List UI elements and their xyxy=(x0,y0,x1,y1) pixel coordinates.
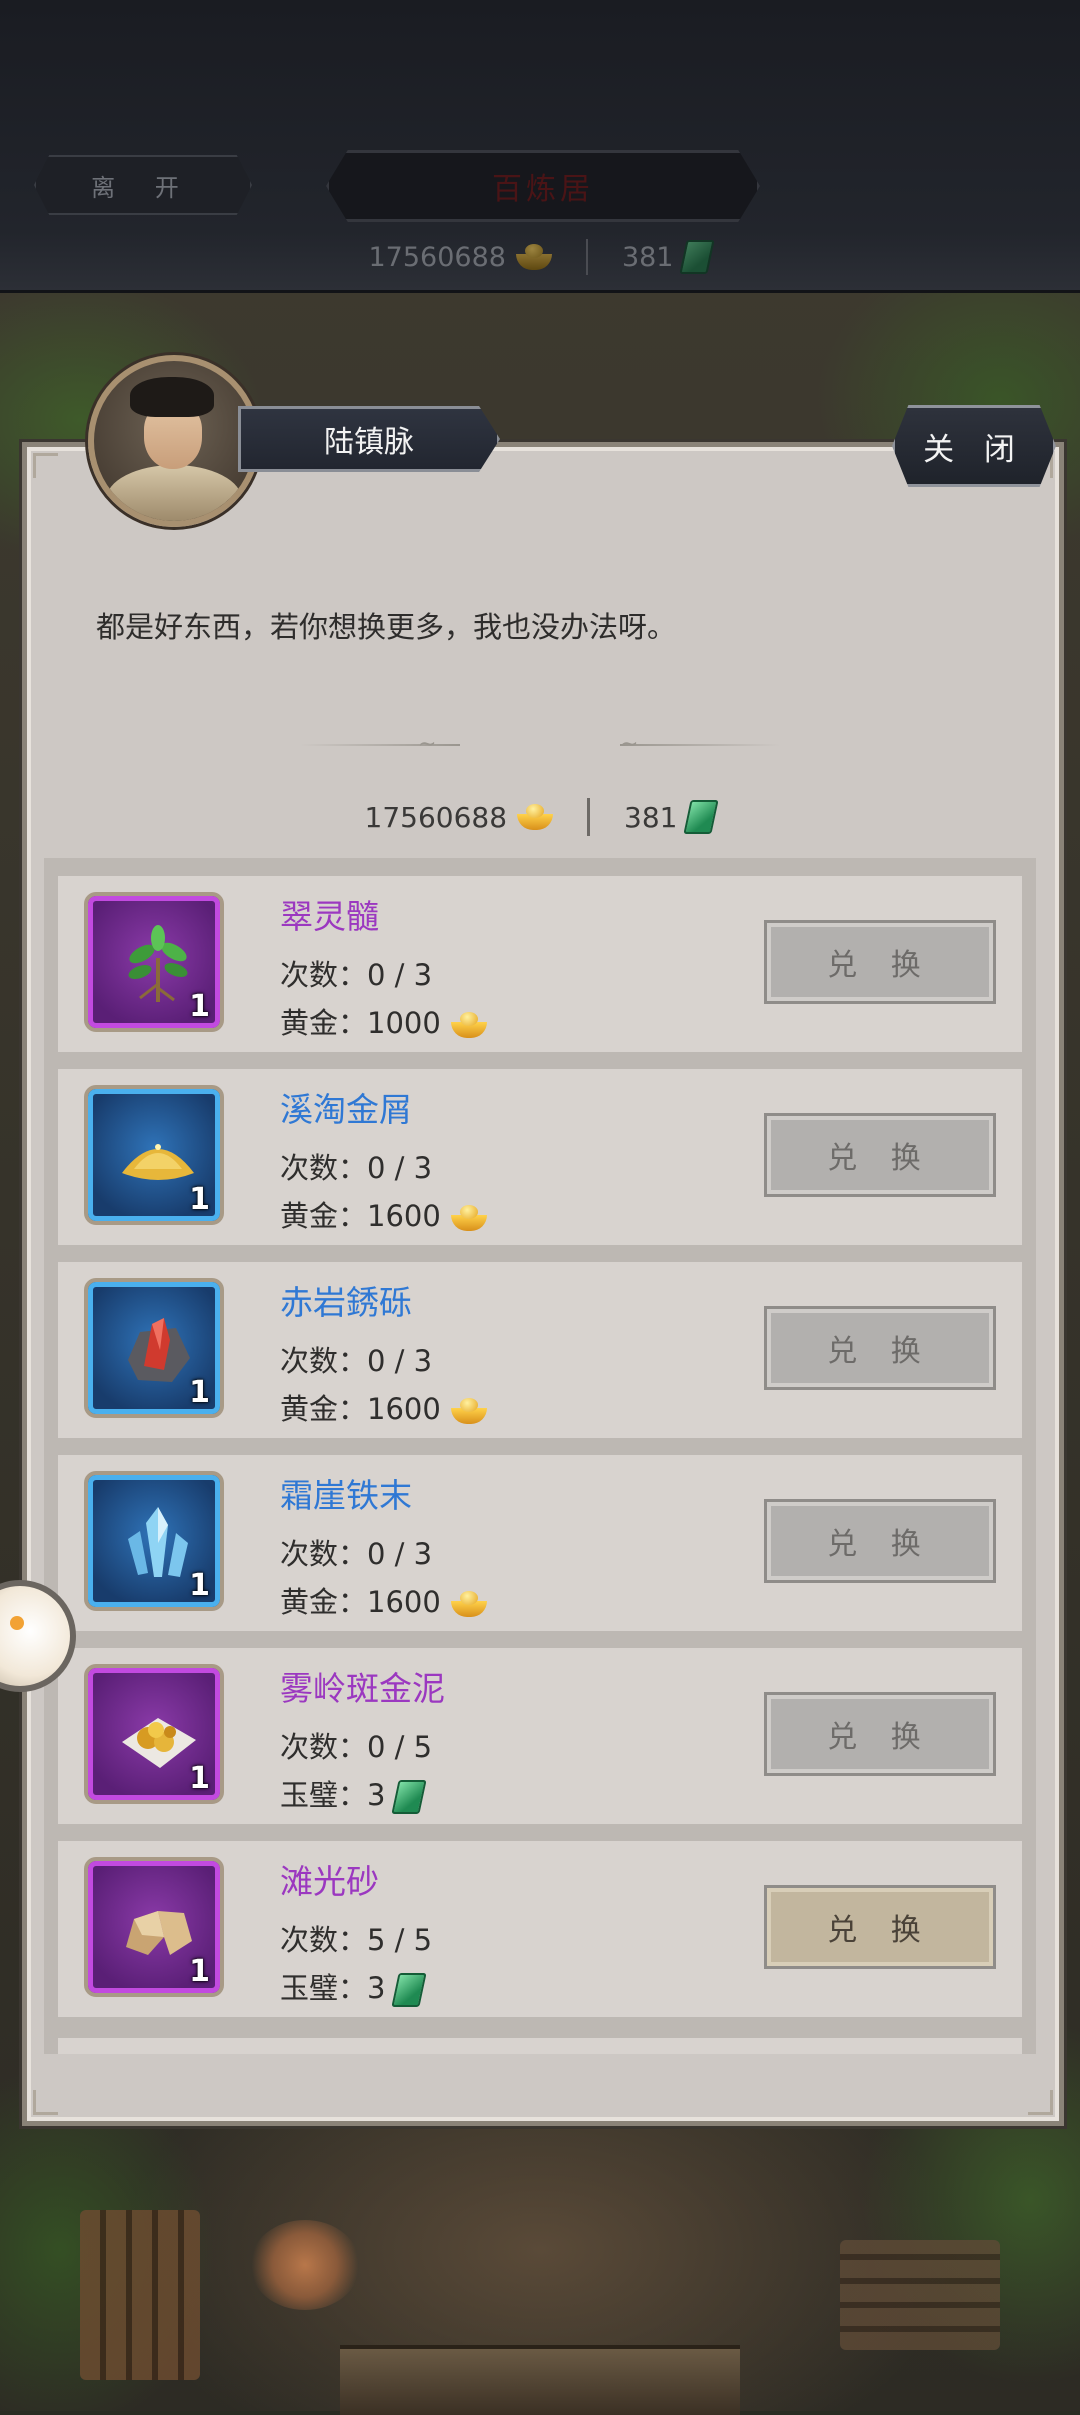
item-count: 1 xyxy=(189,1568,210,1603)
campfire xyxy=(250,2220,360,2310)
divider-right xyxy=(620,744,780,746)
list-item: 1 赤岩銹砾 次数：0 / 3 黄金：1600 兑 换 xyxy=(58,1262,1022,1438)
leave-button[interactable]: 离 开 xyxy=(34,155,252,215)
item-count: 1 xyxy=(189,1375,210,1410)
log-pile xyxy=(80,2210,200,2380)
exchange-times: 次数：0 / 5 xyxy=(280,1730,433,1764)
close-button[interactable]: 关 闭 xyxy=(892,405,1056,487)
item-count: 1 xyxy=(189,1761,210,1796)
redeem-button[interactable]: 兑 换 xyxy=(764,920,996,1004)
gold-nugget-icon xyxy=(122,1718,196,1768)
item-slot[interactable]: 1 xyxy=(84,1278,224,1418)
npc-name-plate: 陆镇脉 xyxy=(238,406,500,472)
wooden-gate xyxy=(340,2345,740,2415)
item-slot[interactable]: 1 xyxy=(84,1471,224,1611)
gold-ingot-icon xyxy=(450,1591,487,1617)
jade-icon xyxy=(391,1780,428,1814)
redeem-button[interactable]: 兑 换 xyxy=(764,1885,996,1969)
avatar-robe xyxy=(106,465,242,521)
item-count: 1 xyxy=(189,1954,210,1989)
gold-ingot-icon xyxy=(450,1398,487,1424)
gold-ingot-icon xyxy=(450,1012,487,1038)
redeem-button[interactable]: 兑 换 xyxy=(764,1692,996,1776)
list-item-partial xyxy=(58,2038,1022,2054)
item-name: 雾岭斑金泥 xyxy=(280,1669,445,1708)
gold-ingot-icon xyxy=(450,1205,487,1231)
panel-corner-ornament xyxy=(33,453,58,478)
item-slot[interactable]: 1 xyxy=(84,1857,224,1997)
header-jade-amount: 381 xyxy=(621,241,674,273)
item-slot[interactable]: 1 xyxy=(84,1664,224,1804)
list-item: 1 滩光砂 次数：5 / 5 玉璧：3 兑 换 xyxy=(58,1841,1022,2017)
jade-icon xyxy=(683,800,720,834)
item-name: 赤岩銹砾 xyxy=(280,1283,412,1322)
item-name: 翠灵髓 xyxy=(280,897,379,936)
npc-dialog-text: 都是好东西，若你想换更多，我也没办法呀。 xyxy=(96,610,677,644)
item-slot[interactable]: 1 xyxy=(84,892,224,1032)
list-item: 1 翠灵髓 次数：0 / 3 黄金：1000 兑 换 xyxy=(58,876,1022,1052)
item-price: 黄金：1000 xyxy=(280,1000,487,1042)
item-name: 霜崖铁末 xyxy=(280,1476,412,1515)
exchange-times: 次数：0 / 3 xyxy=(280,958,433,992)
exchange-times: 次数：0 / 3 xyxy=(280,1537,433,1571)
currency-separator xyxy=(585,239,588,275)
header-currency-bar: 17560688 381 xyxy=(0,232,1080,282)
item-price: 黄金：1600 xyxy=(280,1579,487,1621)
exchange-times: 次数：0 / 3 xyxy=(280,1151,433,1185)
wood-stack xyxy=(840,2240,1000,2350)
gold-dust-icon xyxy=(122,1144,194,1180)
divider-ornament-left: ~ xyxy=(418,732,437,757)
top-header: 离 开 百炼居 17560688 381 xyxy=(0,0,1080,293)
item-price: 玉璧：3 xyxy=(280,1772,428,1814)
item-price: 黄金：1600 xyxy=(280,1193,487,1235)
item-price: 玉璧：3 xyxy=(280,1965,428,2007)
exchange-times: 次数：5 / 5 xyxy=(280,1923,433,1957)
header-gold-amount: 17560688 xyxy=(368,241,506,273)
item-price: 黄金：1600 xyxy=(280,1386,487,1428)
list-item: 1 溪淘金屑 次数：0 / 3 黄金：1600 兑 换 xyxy=(58,1069,1022,1245)
list-item: 1 霜崖铁末 次数：0 / 3 黄金：1600 兑 换 xyxy=(58,1455,1022,1631)
red-crystal-rock-icon xyxy=(128,1318,190,1382)
panel-currency-bar: 17560688 381 xyxy=(0,790,1080,844)
currency-separator xyxy=(587,798,591,836)
jade-amount: 381 xyxy=(624,800,678,834)
panel-corner-ornament xyxy=(1028,2090,1053,2115)
ice-crystal-icon xyxy=(128,1507,188,1577)
redeem-button[interactable]: 兑 换 xyxy=(764,1499,996,1583)
panel-corner-ornament xyxy=(33,2090,58,2115)
exchange-times: 次数：0 / 3 xyxy=(280,1344,433,1378)
herb-icon xyxy=(128,925,188,1002)
avatar-hair xyxy=(130,377,214,417)
gold-amount: 17560688 xyxy=(364,800,508,834)
npc-avatar xyxy=(88,355,260,527)
item-slot[interactable]: 1 xyxy=(84,1085,224,1225)
exchange-item-list[interactable]: 1 翠灵髓 次数：0 / 3 黄金：1000 兑 换 1 溪淘金屑 次数：0 /… xyxy=(44,858,1036,2054)
gold-ingot-icon xyxy=(515,244,552,270)
redeem-button[interactable]: 兑 换 xyxy=(764,1113,996,1197)
location-title: 百炼居 xyxy=(326,150,760,222)
jade-icon xyxy=(679,240,716,274)
gold-ingot-icon xyxy=(517,804,554,830)
jade-icon xyxy=(391,1973,428,2007)
sand-stone-icon xyxy=(126,1911,192,1955)
item-name: 溪淘金屑 xyxy=(280,1090,412,1129)
item-count: 1 xyxy=(189,989,210,1024)
list-item: 1 雾岭斑金泥 次数：0 / 5 玉璧：3 兑 换 xyxy=(58,1648,1022,1824)
item-count: 1 xyxy=(189,1182,210,1217)
item-name: 滩光砂 xyxy=(280,1862,379,1901)
redeem-button[interactable]: 兑 换 xyxy=(764,1306,996,1390)
